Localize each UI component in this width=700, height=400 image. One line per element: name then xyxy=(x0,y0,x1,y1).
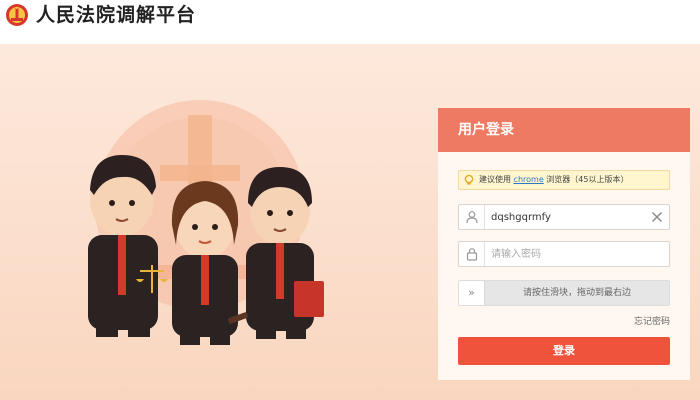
lock-icon xyxy=(459,242,485,266)
password-input[interactable] xyxy=(491,246,641,262)
top-header: 人民法院调解平台 xyxy=(0,0,700,44)
login-header: 用户登录 xyxy=(438,108,690,152)
judges-illustration xyxy=(88,100,324,345)
slider-text: 请按住滑块，拖动到最右边 xyxy=(522,288,631,298)
court-emblem-icon xyxy=(6,4,28,26)
notice-prefix: 建议使用 xyxy=(479,175,511,184)
login-button[interactable]: 登录 xyxy=(458,337,670,365)
browser-notice: 建议使用 chrome 浏览器（45以上版本） xyxy=(458,170,670,190)
forgot-password-link[interactable]: 忘记密码 xyxy=(634,316,670,328)
notice-suffix: 浏览器（45以上版本） xyxy=(546,175,629,184)
username-field xyxy=(458,204,670,230)
site-title: 人民法院调解平台 xyxy=(36,4,197,26)
lightbulb-icon xyxy=(464,174,474,185)
password-field xyxy=(458,241,670,267)
slide-captcha: » 请按住滑块，拖动到最右边 xyxy=(458,280,670,306)
close-icon[interactable] xyxy=(651,211,663,223)
chrome-link[interactable]: chrome xyxy=(514,175,544,184)
login-title: 用户登录 xyxy=(458,122,514,138)
login-panel: 用户登录 建议使用 chrome 浏览器（45以上版本） dqshgqrmfy … xyxy=(438,108,690,380)
username-input[interactable] xyxy=(491,209,641,225)
slider-handle[interactable]: » xyxy=(459,281,485,305)
user-icon xyxy=(459,205,485,229)
notice-text: 建议使用 chrome 浏览器（45以上版本） xyxy=(479,174,628,186)
